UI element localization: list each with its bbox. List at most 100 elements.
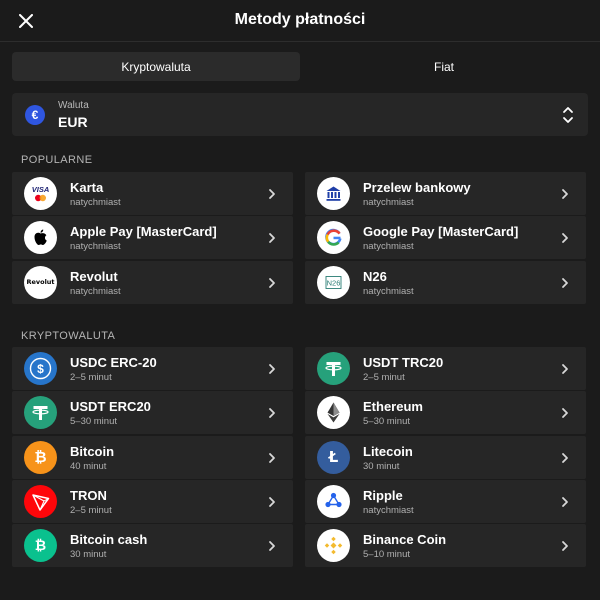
chevron-right-icon xyxy=(269,452,275,463)
section-title-popular: POPULARNE xyxy=(21,154,93,166)
method-time: 5–30 minut xyxy=(363,416,411,428)
ripple-icon xyxy=(317,484,350,518)
google-icon xyxy=(317,221,350,255)
chevron-right-icon xyxy=(269,233,275,244)
method-time: natychmiast xyxy=(363,504,414,516)
chevron-right-icon xyxy=(269,408,275,419)
apple-icon xyxy=(24,221,57,255)
chevron-right-icon xyxy=(562,233,568,244)
revolut-icon: Revolut xyxy=(24,265,57,299)
payment-method-bitcoin[interactable]: ₿ Bitcoin 40 minut xyxy=(12,435,293,479)
n26-icon: N26 xyxy=(317,265,350,299)
currency-label: Waluta xyxy=(58,100,89,111)
payment-method-litecoin[interactable]: Ł Litecoin 30 minut xyxy=(305,435,586,479)
payment-method-revolut[interactable]: Revolut Revolut natychmiast xyxy=(12,260,293,304)
payment-method-przelew-bankowy[interactable]: Przelew bankowy natychmiast xyxy=(305,172,586,215)
visa-mastercard-icon: VISA xyxy=(24,177,57,210)
method-time: natychmiast xyxy=(70,241,121,253)
bitcoin-icon: ₿ xyxy=(24,440,57,474)
method-time: 30 minut xyxy=(363,460,400,472)
popular-right-column: Przelew bankowy natychmiast Google Pay [Ma… xyxy=(305,172,586,305)
header: Metody płatności xyxy=(0,0,600,42)
method-time: 5–30 minut xyxy=(70,416,118,428)
tab-kryptowaluta[interactable]: Kryptowaluta xyxy=(12,52,300,81)
page-title: Metody płatności xyxy=(234,11,366,28)
method-name: Revolut xyxy=(70,268,118,284)
method-time: 2–5 minut xyxy=(70,504,112,516)
method-time: 30 minut xyxy=(70,549,107,561)
svg-text:VISA: VISA xyxy=(32,185,50,194)
payment-method-n26[interactable]: N26 N26 natychmiast xyxy=(305,260,586,304)
tab-bar: Kryptowaluta Fiat xyxy=(12,52,588,81)
currency-value: EUR xyxy=(58,114,88,130)
method-time: 2–5 minut xyxy=(70,372,112,383)
svg-text:N26: N26 xyxy=(327,278,341,287)
method-name: USDC ERC-20 xyxy=(70,355,157,370)
icon-glyph: ₿ xyxy=(34,448,47,467)
payment-method-ripple[interactable]: Ripple natychmiast xyxy=(305,479,586,523)
chevron-right-icon xyxy=(269,364,275,374)
payment-method-apple-pay-mastercard[interactable]: Apple Pay [MasterCard] natychmiast xyxy=(12,216,293,260)
euro-icon: € xyxy=(25,105,45,125)
section-title-crypto: KRYPTOWALUTA xyxy=(21,330,116,342)
binance-icon xyxy=(317,529,350,563)
method-time: 5–10 minut xyxy=(363,549,411,561)
method-time: 2–5 minut xyxy=(363,372,405,383)
method-name: Przelew bankowy xyxy=(363,180,471,195)
chevron-right-icon xyxy=(562,364,568,374)
crypto-left-column: $ USDC ERC-20 2–5 minut USDT ERC20 5–30 minu… xyxy=(12,347,293,568)
chevron-right-icon xyxy=(562,452,568,463)
chevron-right-icon xyxy=(562,277,568,288)
method-time: 40 minut xyxy=(70,460,107,472)
method-time: natychmiast xyxy=(363,197,414,208)
method-name: Google Pay [MasterCard] xyxy=(363,224,519,240)
chevron-right-icon xyxy=(562,496,568,507)
chevron-right-icon xyxy=(562,189,568,199)
method-name: N26 xyxy=(363,268,387,284)
icon-glyph: Ł xyxy=(328,448,339,467)
payment-method-usdt-erc20[interactable]: USDT ERC20 5–30 minut xyxy=(12,391,293,435)
popular-left-column: VISA Karta natychmiast Apple Pay [MasterCar… xyxy=(12,172,293,305)
crypto-right-column: USDT TRC20 2–5 minut Ethereum 5–30 minut Ł Li… xyxy=(305,347,586,568)
method-name: Apple Pay [MasterCard] xyxy=(70,224,217,240)
usdc-icon: $ xyxy=(24,352,57,385)
payment-method-google-pay-mastercard[interactable]: Google Pay [MasterCard] natychmiast xyxy=(305,216,586,260)
payment-method-usdt-trc20[interactable]: USDT TRC20 2–5 minut xyxy=(305,347,586,390)
litecoin-icon: Ł xyxy=(317,440,350,474)
method-time: natychmiast xyxy=(363,285,414,297)
bank-icon xyxy=(317,177,350,210)
method-name: Ripple xyxy=(363,487,403,503)
chevron-right-icon xyxy=(269,277,275,288)
payment-method-binance-coin[interactable]: Binance Coin 5–10 minut xyxy=(305,524,586,568)
icon-glyph: ₿ xyxy=(34,538,47,555)
payment-method-usdc-erc-20[interactable]: $ USDC ERC-20 2–5 minut xyxy=(12,347,293,390)
chevron-right-icon xyxy=(269,189,275,199)
payment-method-tron[interactable]: TRON 2–5 minut xyxy=(12,479,293,523)
chevron-right-icon xyxy=(269,496,275,507)
method-name: TRON xyxy=(70,487,107,503)
method-name: USDT ERC20 xyxy=(70,399,151,415)
bitcoin-cash-icon: ₿ xyxy=(24,529,57,563)
method-name: Binance Coin xyxy=(363,532,447,548)
method-name: Litecoin xyxy=(363,443,413,459)
method-time: natychmiast xyxy=(70,285,121,297)
svg-text:$: $ xyxy=(37,362,44,376)
method-time: natychmiast xyxy=(70,197,121,208)
chevron-right-icon xyxy=(562,541,568,552)
method-name: Bitcoin xyxy=(70,443,115,459)
ethereum-icon xyxy=(317,396,350,430)
method-name: Ethereum xyxy=(363,399,423,415)
currency-select[interactable]: € Waluta EUR xyxy=(12,93,588,136)
chevron-right-icon xyxy=(269,541,275,552)
method-name: Karta xyxy=(70,180,104,195)
tron-icon xyxy=(24,484,57,518)
chevron-updown-icon xyxy=(563,107,573,123)
method-time: natychmiast xyxy=(363,241,414,253)
payment-method-ethereum[interactable]: Ethereum 5–30 minut xyxy=(305,391,586,435)
tab-fiat[interactable]: Fiat xyxy=(300,52,588,81)
payment-method-karta[interactable]: VISA Karta natychmiast xyxy=(12,172,293,215)
method-name: USDT TRC20 xyxy=(363,355,444,370)
chevron-right-icon xyxy=(562,408,568,419)
payment-method-bitcoin-cash[interactable]: ₿ Bitcoin cash 30 minut xyxy=(12,524,293,568)
method-name: Bitcoin cash xyxy=(70,532,148,548)
